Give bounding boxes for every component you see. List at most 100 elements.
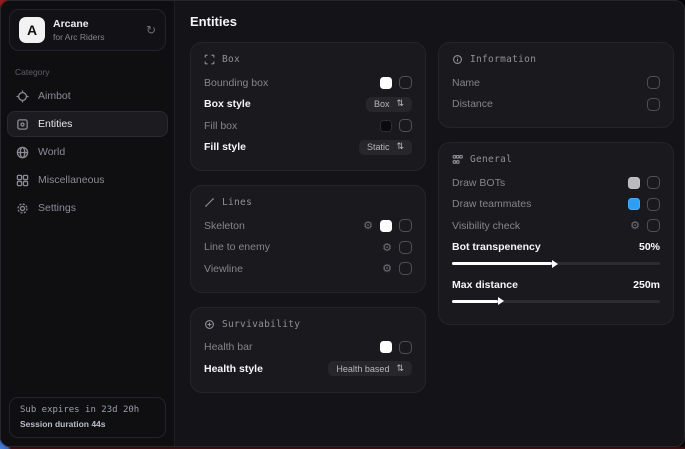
distance-label: Distance — [452, 98, 493, 110]
max-distance-slider-fill[interactable] — [452, 300, 498, 303]
line-to-enemy-label: Line to enemy — [204, 241, 270, 253]
health-style-value: Health based — [336, 364, 389, 374]
bot-transparency-slider[interactable] — [452, 262, 660, 265]
name-label: Name — [452, 77, 480, 89]
fill-style-dropdown[interactable]: Static ⇅ — [359, 140, 412, 155]
main-content: Entities Box Bou — [175, 1, 684, 446]
sidebar-item-settings[interactable]: Settings — [7, 195, 168, 221]
draw-bots-color-swatch[interactable] — [628, 177, 640, 189]
skeleton-label: Skeleton — [204, 220, 245, 232]
distance-checkbox[interactable] — [647, 98, 660, 111]
sidebar-item-label: Settings — [38, 202, 76, 214]
draw-teammates-color-swatch[interactable] — [628, 198, 640, 210]
draw-bots-label: Draw BOTs — [452, 177, 505, 189]
draw-teammates-label: Draw teammates — [452, 198, 531, 210]
sidebar-item-aimbot[interactable]: Aimbot — [7, 83, 168, 109]
fill-style-label: Fill style — [204, 141, 246, 153]
health-bar-row: Health bar — [204, 337, 412, 359]
sidebar-item-label: Miscellaneous — [38, 174, 105, 186]
visibility-check-settings-gear-icon[interactable]: ⚙ — [630, 220, 640, 231]
bot-transparency-row: Bot transpenency 50% — [452, 237, 660, 259]
name-row: Name — [452, 72, 660, 94]
box-style-value: Box — [374, 99, 390, 109]
viewline-label: Viewline — [204, 263, 243, 275]
fill-box-row: Fill box — [204, 115, 412, 137]
bot-transparency-label: Bot transpenency — [452, 241, 541, 253]
brand-card: A Arcane for Arc Riders ↻ — [9, 9, 166, 51]
chevron-sort-icon: ⇅ — [396, 142, 404, 152]
viewline-settings-gear-icon[interactable]: ⚙ — [382, 263, 392, 274]
name-checkbox[interactable] — [647, 76, 660, 89]
sliders-grid-icon — [452, 154, 463, 165]
sidebar-item-miscellaneous[interactable]: Miscellaneous — [7, 167, 168, 193]
line-to-enemy-row: Line to enemy ⚙ — [204, 237, 412, 259]
fill-style-row: Fill style Static ⇅ — [204, 137, 412, 159]
sync-icon[interactable]: ↻ — [146, 23, 156, 37]
max-distance-label: Max distance — [452, 279, 518, 291]
health-bar-color-swatch[interactable] — [380, 341, 392, 353]
skeleton-row: Skeleton ⚙ — [204, 215, 412, 237]
health-style-row: Health style Health based ⇅ — [204, 358, 412, 380]
chevron-sort-icon: ⇅ — [396, 99, 404, 109]
brand-subtitle: for Arc Riders — [53, 32, 138, 42]
sidebar-item-label: Aimbot — [38, 90, 71, 102]
skeleton-settings-gear-icon[interactable]: ⚙ — [363, 220, 373, 231]
bounding-box-row: Bounding box — [204, 72, 412, 94]
skeleton-checkbox[interactable] — [399, 219, 412, 232]
draw-teammates-row: Draw teammates — [452, 194, 660, 216]
brand-name: Arcane — [53, 18, 138, 30]
skeleton-color-swatch[interactable] — [380, 220, 392, 232]
box-style-dropdown[interactable]: Box ⇅ — [366, 97, 412, 112]
health-bar-checkbox[interactable] — [399, 341, 412, 354]
information-section: Information Name Distance — [438, 42, 674, 128]
bot-transparency-slider-fill[interactable] — [452, 262, 552, 265]
page-title: Entities — [190, 14, 670, 29]
fill-box-checkbox[interactable] — [399, 119, 412, 132]
sidebar-item-label: Entities — [38, 118, 72, 130]
max-distance-row: Max distance 250m — [452, 274, 660, 296]
visibility-check-checkbox[interactable] — [647, 219, 660, 232]
sidebar-item-entities[interactable]: Entities — [7, 111, 168, 137]
fill-box-label: Fill box — [204, 120, 237, 132]
visibility-check-row: Visibility check ⚙ — [452, 215, 660, 237]
health-icon — [204, 319, 215, 330]
sidebar-item-label: World — [38, 146, 65, 158]
subscription-card: Sub expires in 23d 20h Session duration … — [9, 397, 166, 438]
survivability-section: Survivability Health bar Health style He… — [190, 307, 426, 393]
sidebar: A Arcane for Arc Riders ↻ Category Aimbo… — [1, 1, 175, 446]
sidebar-item-world[interactable]: World — [7, 139, 168, 165]
app-window: A Arcane for Arc Riders ↻ Category Aimbo… — [0, 0, 685, 447]
info-icon — [452, 54, 463, 65]
fill-box-color-swatch[interactable] — [380, 120, 392, 132]
visibility-check-label: Visibility check — [452, 220, 520, 232]
draw-bots-row: Draw BOTs — [452, 172, 660, 194]
draw-teammates-checkbox[interactable] — [647, 198, 660, 211]
box-style-label: Box style — [204, 98, 251, 110]
box-section: Box Bounding box Box style Box ⇅ — [190, 42, 426, 171]
entities-icon — [16, 118, 29, 131]
chevron-sort-icon: ⇅ — [396, 364, 404, 374]
category-label: Category — [15, 67, 174, 77]
max-distance-slider[interactable] — [452, 300, 660, 303]
section-title: Information — [470, 54, 536, 65]
globe-icon — [16, 146, 29, 159]
session-duration: Session duration 44s — [20, 419, 155, 429]
bounding-box-label: Bounding box — [204, 77, 268, 89]
subscription-expiry: Sub expires in 23d 20h — [20, 405, 155, 415]
health-style-dropdown[interactable]: Health based ⇅ — [328, 361, 412, 376]
box-corners-icon — [204, 54, 215, 65]
box-style-row: Box style Box ⇅ — [204, 94, 412, 116]
viewline-checkbox[interactable] — [399, 262, 412, 275]
gear-icon — [16, 202, 29, 215]
line-to-enemy-checkbox[interactable] — [399, 241, 412, 254]
section-title: Box — [222, 54, 240, 65]
max-distance-value: 250m — [633, 279, 660, 291]
draw-bots-checkbox[interactable] — [647, 176, 660, 189]
health-style-label: Health style — [204, 363, 263, 375]
section-title: General — [470, 154, 512, 165]
bounding-box-color-swatch[interactable] — [380, 77, 392, 89]
sidebar-nav: Aimbot Entities World — [1, 83, 174, 221]
bounding-box-checkbox[interactable] — [399, 76, 412, 89]
section-title: Survivability — [222, 319, 300, 330]
line-to-enemy-settings-gear-icon[interactable]: ⚙ — [382, 242, 392, 253]
